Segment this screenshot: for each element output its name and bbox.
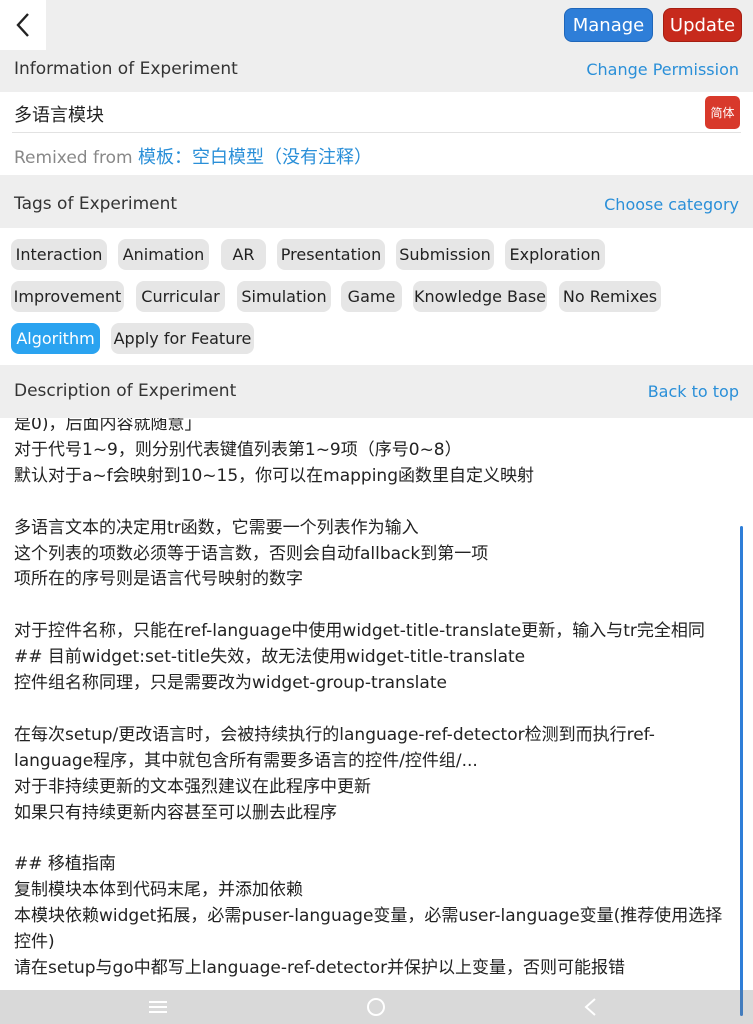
experiment-name[interactable]: 多语言模块 xyxy=(14,101,104,127)
tag-exploration[interactable]: Exploration xyxy=(505,239,605,270)
back-nav-button[interactable] xyxy=(578,994,604,1020)
tag-apply-for-feature[interactable]: Apply for Feature xyxy=(111,323,254,354)
home-circle-icon xyxy=(367,998,385,1016)
system-nav-bar xyxy=(0,990,753,1024)
tag-list: Interaction Animation AR Presentation Su… xyxy=(0,228,753,365)
back-to-top-link[interactable]: Back to top xyxy=(648,382,739,401)
tag-animation[interactable]: Animation xyxy=(118,239,209,270)
description-section-header: Description of Experiment Back to top xyxy=(0,365,753,418)
manage-button[interactable]: Manage xyxy=(564,8,653,42)
remixed-source-link[interactable]: 模板：空白模型（没有注释） xyxy=(138,147,372,168)
description-content[interactable]: 是0)，后面内容就随意」 对于代号1~9，则分别代表键值列表第1~9项（序号0~… xyxy=(0,418,753,1024)
menu-nav-button[interactable] xyxy=(145,994,171,1020)
tag-ar[interactable]: AR xyxy=(221,239,266,270)
remixed-from-label: Remixed from xyxy=(14,148,138,168)
language-badge[interactable]: 简体 xyxy=(705,96,740,129)
triangle-back-icon xyxy=(584,998,596,1016)
tag-interaction[interactable]: Interaction xyxy=(11,239,107,270)
remixed-from: Remixed from 模板：空白模型（没有注释） xyxy=(14,143,372,169)
tag-knowledge-base[interactable]: Knowledge Base xyxy=(413,281,547,312)
tag-no-remixes[interactable]: No Remixes xyxy=(559,281,661,312)
info-section-title: Information of Experiment xyxy=(14,59,238,79)
chevron-left-icon xyxy=(16,13,29,37)
tag-improvement[interactable]: Improvement xyxy=(11,281,124,312)
tag-game[interactable]: Game xyxy=(341,281,402,312)
tag-presentation[interactable]: Presentation xyxy=(277,239,385,270)
description-text: 是0)，后面内容就随意」 对于代号1~9，则分别代表键值列表第1~9项（序号0~… xyxy=(14,418,723,979)
scrollbar[interactable] xyxy=(740,526,743,1016)
menu-icon xyxy=(149,1001,167,1013)
top-bar: Manage Update xyxy=(0,0,753,50)
description-section-title: Description of Experiment xyxy=(14,381,237,401)
back-button[interactable] xyxy=(0,0,46,50)
update-button[interactable]: Update xyxy=(663,8,742,42)
tag-simulation[interactable]: Simulation xyxy=(237,281,331,312)
info-section-header: Information of Experiment Change Permiss… xyxy=(0,50,753,92)
tag-algorithm[interactable]: Algorithm xyxy=(11,323,100,354)
tag-curricular[interactable]: Curricular xyxy=(136,281,225,312)
home-nav-button[interactable] xyxy=(363,994,389,1020)
tag-submission[interactable]: Submission xyxy=(396,239,494,270)
divider xyxy=(12,132,741,133)
tags-section-title: Tags of Experiment xyxy=(14,194,178,214)
choose-category-link[interactable]: Choose category xyxy=(604,195,739,214)
tags-section-header: Tags of Experiment Choose category xyxy=(0,175,753,228)
change-permission-link[interactable]: Change Permission xyxy=(586,60,739,79)
